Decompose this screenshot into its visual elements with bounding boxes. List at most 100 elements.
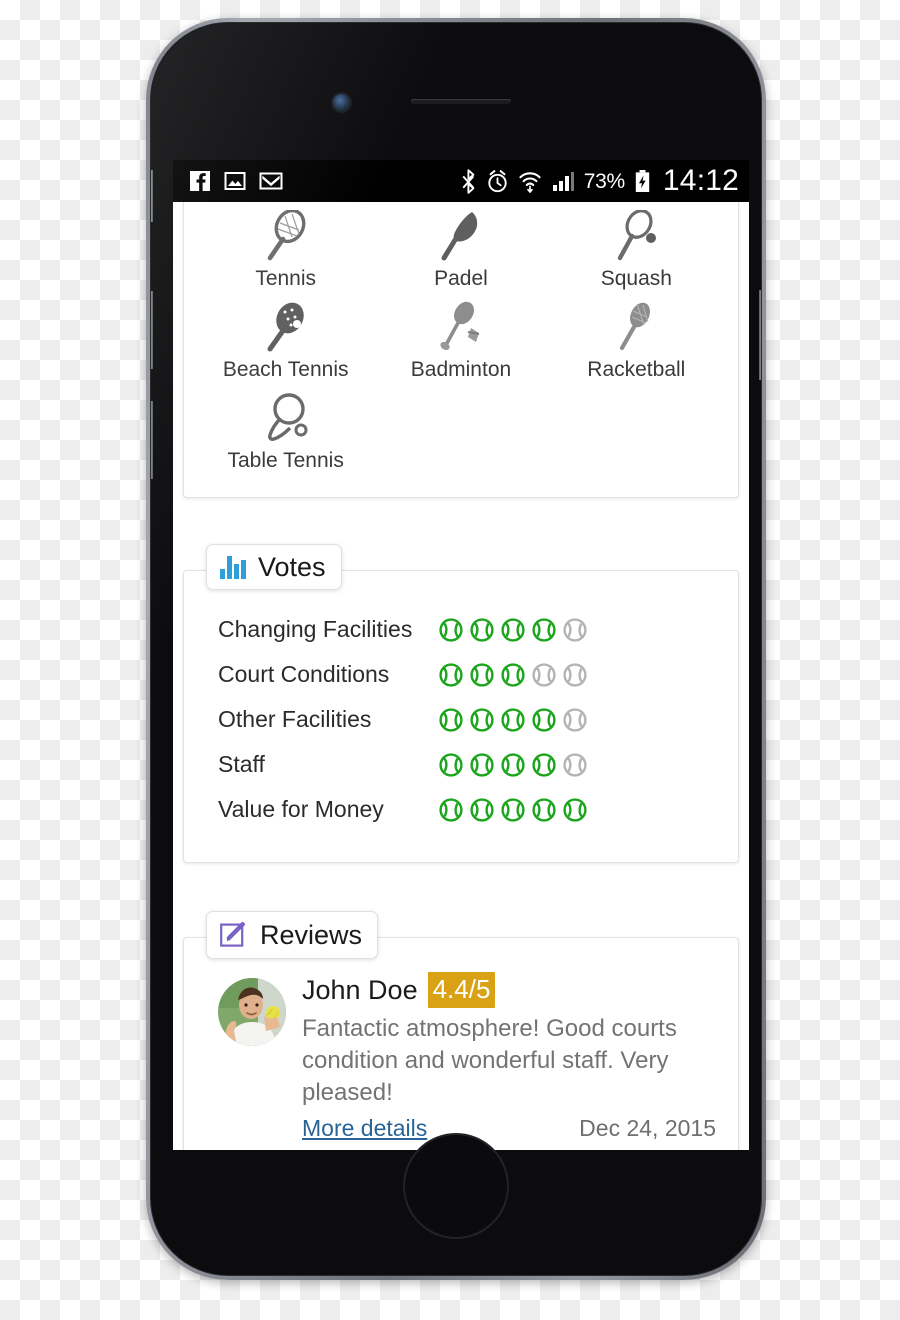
vote-rating-balls[interactable]	[438, 797, 588, 823]
tennis-ball-filled-icon	[532, 707, 556, 732]
power-button[interactable]	[759, 290, 761, 380]
tennis-ball-empty-icon	[563, 617, 587, 642]
sport-item-padel[interactable]: Padel	[373, 204, 548, 293]
tennis-ball-filled-icon	[532, 752, 556, 777]
vote-row: Other Facilities	[200, 697, 722, 742]
votes-list: Changing Facilities Court Conditions Oth…	[200, 607, 722, 832]
vote-rating-balls[interactable]	[438, 662, 588, 688]
vote-rating-balls[interactable]	[438, 617, 588, 643]
more-details-link[interactable]: More details	[302, 1115, 427, 1142]
tennis-ball-filled-icon	[501, 662, 525, 687]
votes-title: Votes	[258, 551, 326, 582]
reviewer-name: John Doe	[302, 974, 418, 1005]
reviews-card-header: Reviews	[206, 911, 379, 959]
racketball-racket-icon	[613, 301, 659, 353]
vote-row: Value for Money	[200, 787, 722, 832]
sport-label: Padel	[434, 267, 488, 290]
tennis-ball-filled-icon	[439, 752, 463, 777]
beach-tennis-racket-icon	[263, 301, 309, 353]
sport-item-table-tennis[interactable]: Table Tennis	[198, 386, 373, 475]
sport-label: Badminton	[410, 358, 512, 381]
votes-card-header: Votes	[206, 544, 342, 590]
sport-label: Beach Tennis	[222, 358, 349, 381]
rating-badge: 4.4/5	[427, 972, 496, 1008]
review-footer: More details Dec 24, 2015	[302, 1115, 716, 1142]
reviews-title: Reviews	[260, 919, 363, 950]
sport-label: Racketball	[587, 358, 686, 381]
volume-up-button[interactable]	[151, 291, 153, 369]
clock-label: 14:12	[662, 164, 739, 197]
reviews-card: Reviews John Doe 4.4/5 Fantactic atmosph…	[183, 911, 739, 1150]
phone-body: 73% 14:12 Tennis Padel Squash Beach Tenn…	[150, 22, 762, 1276]
tennis-ball-empty-icon	[563, 707, 587, 732]
battery-percent-label: 73%	[583, 169, 625, 193]
edit-pencil-icon	[220, 921, 245, 947]
tennis-ball-filled-icon	[439, 707, 463, 732]
tennis-ball-filled-icon	[563, 797, 587, 822]
phone-screen: 73% 14:12 Tennis Padel Squash Beach Tenn…	[173, 160, 749, 1150]
table-tennis-paddle-icon	[263, 392, 309, 444]
vote-row: Changing Facilities	[200, 607, 722, 652]
votes-card: Votes Changing Facilities Court Conditio…	[183, 544, 739, 863]
vote-label: Other Facilities	[218, 706, 372, 732]
earpiece-speaker-icon	[411, 99, 511, 104]
avatar	[218, 978, 286, 1046]
tennis-ball-filled-icon	[501, 707, 525, 732]
review-body: John Doe 4.4/5 Fantactic atmosphere! Goo…	[302, 972, 722, 1142]
vote-label: Value for Money	[218, 796, 384, 822]
tennis-ball-empty-icon	[532, 662, 556, 687]
home-button[interactable]	[403, 1133, 509, 1239]
tennis-ball-filled-icon	[501, 752, 525, 777]
tennis-ball-filled-icon	[532, 617, 556, 642]
vote-rating-balls[interactable]	[438, 707, 588, 733]
gmail-icon	[259, 172, 283, 190]
sports-card: Tennis Padel Squash Beach Tennis Badmint…	[183, 202, 739, 498]
squash-racket-icon	[613, 210, 659, 262]
sport-label: Table Tennis	[227, 449, 344, 472]
silent-switch-button[interactable]	[151, 170, 153, 222]
sport-item-badminton[interactable]: Badminton	[373, 295, 548, 384]
alarm-icon	[488, 169, 507, 192]
review-header: John Doe 4.4/5	[302, 972, 716, 1008]
tennis-ball-filled-icon	[501, 797, 525, 822]
status-bar-notifications	[189, 170, 283, 192]
volume-down-button[interactable]	[151, 401, 153, 479]
image-icon	[224, 172, 246, 190]
bluetooth-icon	[462, 168, 475, 194]
vote-label: Staff	[218, 751, 265, 777]
tennis-ball-filled-icon	[439, 617, 463, 642]
tennis-ball-filled-icon	[439, 662, 463, 687]
review-text: Fantactic atmosphere! Good courts condit…	[302, 1015, 677, 1106]
tennis-ball-filled-icon	[470, 617, 494, 642]
tennis-ball-filled-icon	[470, 752, 494, 777]
status-bar-system: 73% 14:12	[461, 166, 739, 196]
vote-label: Court Conditions	[218, 661, 390, 687]
tennis-ball-empty-icon	[563, 662, 587, 687]
wifi-icon	[519, 171, 541, 193]
sport-item-racketball[interactable]: Racketball	[549, 295, 724, 384]
signal-icon	[552, 171, 574, 191]
vote-row: Staff	[200, 742, 722, 787]
front-camera-icon	[333, 94, 350, 111]
sport-label: Squash	[600, 267, 672, 290]
status-bar: 73% 14:12	[173, 160, 749, 202]
bar-chart-icon	[220, 556, 246, 579]
tennis-ball-filled-icon	[501, 617, 525, 642]
vote-rating-balls[interactable]	[438, 752, 588, 778]
tennis-ball-filled-icon	[439, 797, 463, 822]
review-date: Dec 24, 2015	[579, 1114, 716, 1141]
tennis-ball-filled-icon	[470, 707, 494, 732]
sport-item-squash[interactable]: Squash	[549, 204, 724, 293]
tennis-racket-icon	[263, 210, 309, 262]
review-item: John Doe 4.4/5 Fantactic atmosphere! Goo…	[200, 972, 722, 1142]
tennis-ball-filled-icon	[532, 797, 556, 822]
page-content: Tennis Padel Squash Beach Tennis Badmint…	[173, 202, 749, 1150]
padel-racket-icon	[438, 210, 484, 262]
tennis-ball-filled-icon	[470, 662, 494, 687]
sport-item-beach-tennis[interactable]: Beach Tennis	[198, 295, 373, 384]
phone-device: 73% 14:12 Tennis Padel Squash Beach Tenn…	[146, 18, 766, 1280]
vote-label: Changing Facilities	[218, 616, 413, 642]
sport-label: Tennis	[255, 267, 317, 290]
sport-item-tennis[interactable]: Tennis	[198, 204, 373, 293]
sports-grid: Tennis Padel Squash Beach Tennis Badmint…	[198, 204, 724, 475]
